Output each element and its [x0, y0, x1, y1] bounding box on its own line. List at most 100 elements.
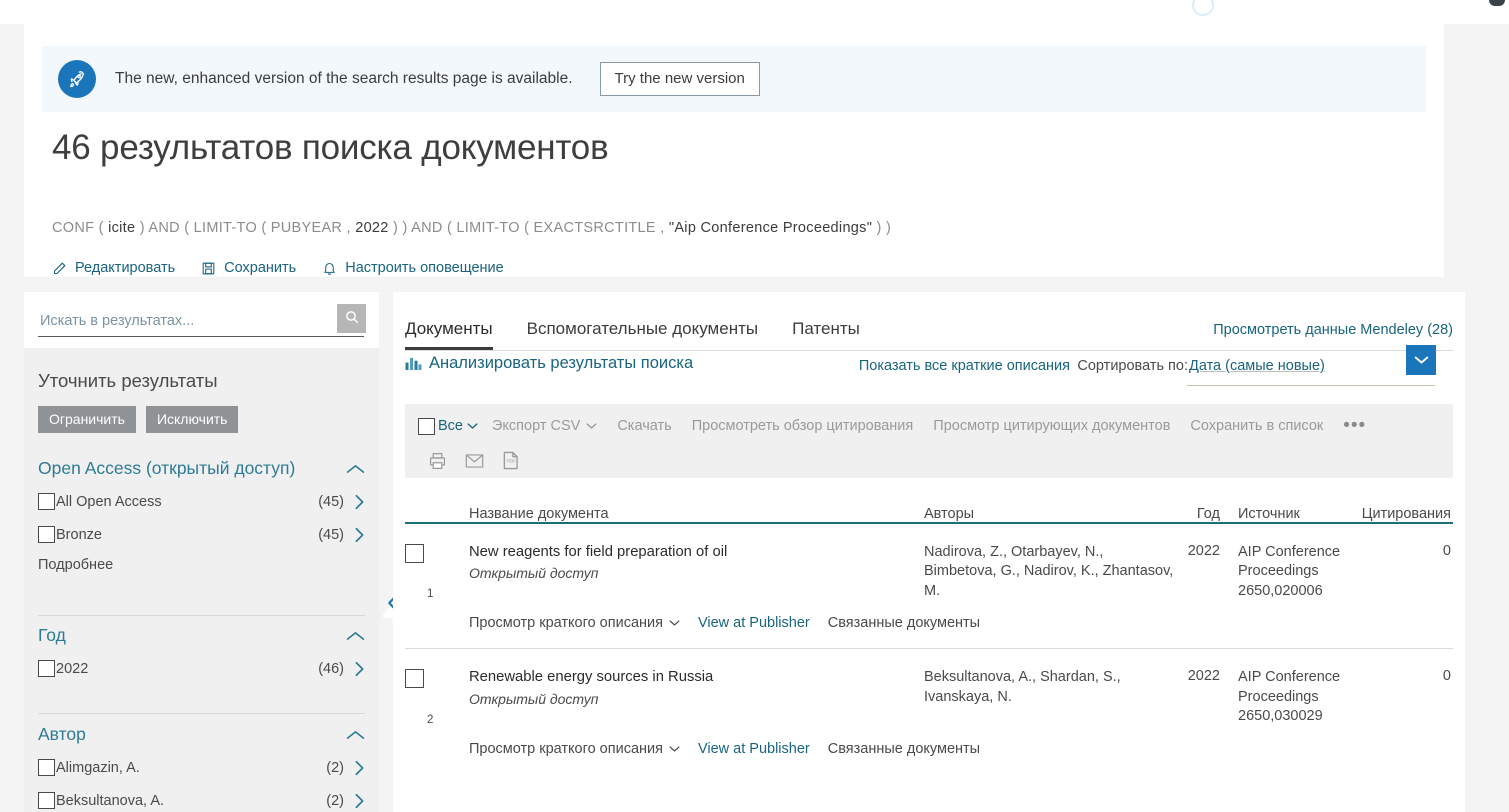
chevron-right-icon[interactable]	[354, 793, 365, 809]
search-icon	[344, 309, 360, 328]
column-header-source: Источник	[1238, 506, 1300, 522]
select-all-control[interactable]: Все	[418, 417, 478, 435]
open-access-tag: Открытый доступ	[469, 565, 599, 582]
facet-item-2022[interactable]: 2022 (46)	[38, 652, 365, 685]
chevron-up-icon	[346, 463, 365, 475]
chevron-right-icon[interactable]	[354, 760, 365, 776]
view-at-publisher-link[interactable]: View at Publisher	[698, 615, 810, 631]
facet-checkbox[interactable]	[38, 759, 55, 776]
sort-dropdown-button[interactable]	[1406, 345, 1436, 375]
view-abstract-toggle[interactable]: Просмотр краткого описания	[469, 741, 680, 757]
show-all-abstracts-link[interactable]: Показать все краткие описания	[859, 358, 1070, 374]
chevron-right-icon[interactable]	[354, 494, 365, 510]
view-at-publisher-link[interactable]: View at Publisher	[698, 741, 810, 757]
facet-item-beksultanova[interactable]: Beksultanova, A. (2)	[38, 784, 365, 812]
search-in-results-wrap	[38, 304, 366, 337]
toolbar-secondary-row: PDF	[418, 451, 1453, 470]
column-header-authors: Авторы	[924, 506, 975, 522]
facet-checkbox[interactable]	[38, 792, 55, 809]
header-card: The new, enhanced version of the search …	[24, 24, 1444, 277]
row-year-cell: 2022	[1187, 668, 1220, 685]
sort-by-value[interactable]: Дата (самые новые)	[1189, 358, 1325, 374]
related-documents-link[interactable]: Связанные документы	[828, 615, 980, 631]
limit-to-button[interactable]: Ограничить	[38, 406, 136, 433]
facet-checkbox[interactable]	[38, 660, 55, 677]
banner-message: The new, enhanced version of the search …	[115, 70, 573, 87]
email-icon[interactable]	[465, 453, 484, 469]
facet-item-all-open-access[interactable]: All Open Access (45)	[38, 485, 365, 518]
edit-query-link[interactable]: Редактировать	[52, 260, 175, 276]
facet-open-access-header[interactable]: Open Access (открытый доступ)	[38, 458, 365, 485]
tab-patents[interactable]: Патенты	[792, 319, 860, 350]
view-abstract-toggle[interactable]: Просмотр краткого описания	[469, 615, 680, 631]
view-abstract-label: Просмотр краткого описания	[469, 740, 663, 757]
refine-results-title: Уточнить результаты	[38, 370, 218, 391]
row-citations-cell: 0	[1442, 668, 1451, 685]
facet-checkbox[interactable]	[38, 526, 55, 543]
chevron-right-icon[interactable]	[354, 527, 365, 543]
document-title-link[interactable]: Renewable energy sources in Russia	[469, 668, 924, 687]
facet-divider	[38, 615, 365, 616]
tab-documents[interactable]: Документы	[405, 319, 493, 350]
column-header-title: Название документа	[469, 506, 609, 522]
print-icon[interactable]	[428, 452, 447, 470]
facet-item-alimgazin[interactable]: Alimgazin, A. (2)	[38, 751, 365, 784]
more-options-button[interactable]: •••	[1343, 416, 1366, 435]
search-query-string: CONF ( icite ) AND ( LIMIT-TO ( PUBYEAR …	[52, 220, 892, 236]
facet-item-label: Alimgazin, A.	[56, 759, 140, 776]
facet-more-link[interactable]: Подробнее	[38, 557, 113, 573]
sort-by-select[interactable]: Дата (самые новые)	[1187, 345, 1436, 386]
save-query-label: Сохранить	[224, 260, 297, 276]
try-new-version-button[interactable]: Try the new version	[599, 62, 760, 96]
save-query-link[interactable]: Сохранить	[201, 260, 296, 276]
partial-info-icon	[1192, 0, 1214, 16]
analyze-search-results-link[interactable]: Анализировать результаты поиска	[405, 354, 693, 373]
facet-item-label: Bronze	[56, 526, 102, 543]
document-title-link[interactable]: New reagents for field preparation of oi…	[469, 543, 924, 562]
pdf-icon[interactable]: PDF	[502, 451, 519, 470]
exclude-button[interactable]: Исключить	[145, 406, 239, 433]
export-csv-button[interactable]: Экспорт CSV	[492, 418, 597, 434]
set-alert-link[interactable]: Настроить оповещение	[322, 260, 504, 276]
export-csv-label: Экспорт CSV	[492, 418, 581, 434]
chevron-down-icon	[669, 619, 680, 627]
facet-checkbox[interactable]	[38, 493, 55, 510]
row-year-cell: 2022	[1187, 543, 1220, 559]
select-all-checkbox[interactable]	[418, 417, 435, 435]
results-toolbar: Все Экспорт CSV Скачать Просмотреть обзо…	[405, 404, 1453, 478]
facet-item-count: (2)	[326, 792, 344, 809]
table-row: 1 New reagents for field preparation of …	[405, 524, 1453, 601]
chevron-down-icon[interactable]	[467, 417, 478, 435]
facet-year-header[interactable]: Год	[38, 625, 365, 652]
facet-item-label: 2022	[56, 660, 89, 677]
column-header-citations: Цитирования	[1361, 506, 1451, 522]
view-mendeley-data-link[interactable]: Просмотреть данные Mendeley (28)	[1213, 322, 1453, 338]
results-tabs: Документы Вспомогательные документы Пате…	[405, 304, 1453, 351]
save-to-list-button[interactable]: Сохранить в список	[1190, 418, 1323, 434]
facet-author-header[interactable]: Автор	[38, 724, 365, 751]
new-version-banner: The new, enhanced version of the search …	[42, 46, 1426, 112]
query-actions: Редактировать Сохранить Настроить оповещ…	[52, 260, 530, 276]
facet-item-bronze[interactable]: Bronze (45)	[38, 518, 365, 551]
tab-secondary-documents[interactable]: Вспомогательные документы	[527, 319, 758, 350]
search-in-results-input[interactable]	[38, 306, 327, 336]
facet-year: Год 2022 (46)	[38, 625, 365, 685]
results-table: Название документа Авторы Год Источник Ц…	[405, 488, 1453, 774]
download-button[interactable]: Скачать	[617, 418, 671, 434]
row-title-cell: Renewable energy sources in Russia Откры…	[469, 668, 924, 726]
related-documents-link[interactable]: Связанные документы	[828, 741, 980, 757]
chevron-right-icon[interactable]	[354, 661, 365, 677]
chevron-up-icon	[346, 729, 365, 741]
view-cited-by-button[interactable]: Просмотр цитирующих документов	[933, 418, 1170, 434]
source-reference: 2650,020006	[1238, 582, 1323, 599]
facet-item-count: (45)	[318, 526, 344, 543]
search-submit-button[interactable]	[337, 304, 366, 333]
table-row: 2 Renewable energy sources in Russia Отк…	[405, 649, 1453, 726]
chevron-down-icon	[669, 745, 680, 753]
row-checkbox[interactable]	[405, 544, 424, 563]
view-citation-overview-button[interactable]: Просмотреть обзор цитирования	[692, 418, 914, 434]
page-title: 46 результатов поиска документов	[52, 128, 609, 167]
refine-buttons: Ограничить Исключить	[38, 406, 239, 433]
results-card: Документы Вспомогательные документы Пате…	[393, 292, 1465, 812]
row-checkbox[interactable]	[405, 669, 424, 689]
